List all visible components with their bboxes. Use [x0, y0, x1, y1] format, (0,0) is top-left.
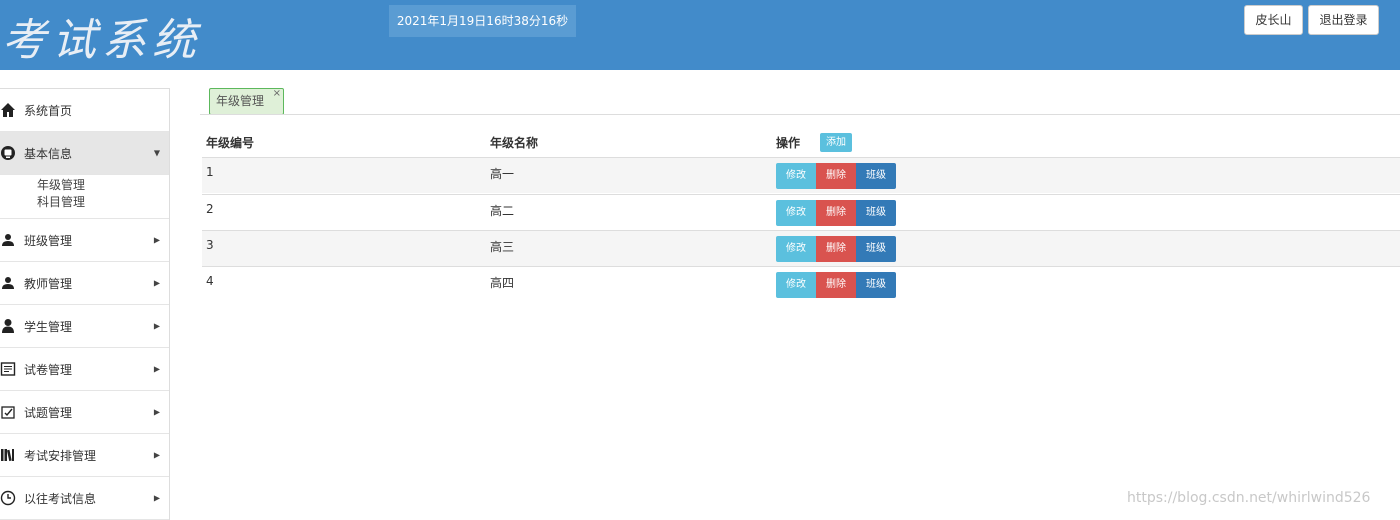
cell-grade-name: 高二 [490, 204, 515, 218]
cell-grade-id: 1 [206, 165, 214, 179]
tab-grade-management[interactable]: 年级管理 × [209, 88, 284, 115]
sidebar-item-label: 试题管理 [24, 405, 73, 420]
column-header-actions: 操作 [776, 136, 801, 150]
table-row: 3 高三 修改 删除 班级 [202, 230, 1400, 266]
class-button[interactable]: 班级 [856, 200, 896, 226]
tab-label: 年级管理 [216, 94, 265, 108]
cell-grade-name: 高一 [490, 167, 515, 181]
column-header-grade-name: 年级名称 [490, 136, 539, 150]
delete-button[interactable]: 删除 [816, 200, 856, 226]
sidebar-item-teacher[interactable]: 教师管理 ▶ [0, 262, 169, 305]
sidebar-item-class[interactable]: 班级管理 ▶ [0, 219, 169, 262]
logout-button[interactable]: 退出登录 [1308, 5, 1379, 35]
clock-icon [0, 490, 16, 506]
edit-button[interactable]: 修改 [776, 163, 816, 189]
users-icon [0, 232, 16, 248]
student-icon [0, 318, 16, 334]
delete-button[interactable]: 删除 [816, 272, 856, 298]
sidebar-item-label: 班级管理 [24, 233, 73, 248]
cell-grade-name: 高四 [490, 276, 515, 290]
submenu-basic-info: 年级管理 科目管理 [0, 175, 169, 219]
paper-icon [0, 361, 16, 377]
books-icon [0, 447, 16, 463]
sidebar-item-exam-schedule[interactable]: 考试安排管理 ▶ [0, 434, 169, 477]
sidebar-item-student[interactable]: 学生管理 ▶ [0, 305, 169, 348]
caret-right-icon: ▶ [153, 450, 160, 460]
table-row: 2 高二 修改 删除 班级 [202, 194, 1400, 230]
sidebar-item-paper[interactable]: 试卷管理 ▶ [0, 348, 169, 391]
edit-button[interactable]: 修改 [776, 236, 816, 262]
sidebar-item-question[interactable]: 试题管理 ▶ [0, 391, 169, 434]
watermark-text: https://blog.csdn.net/whirlwind526 [1127, 490, 1371, 506]
caret-down-icon: ▼ [153, 148, 160, 158]
sidebar-item-home[interactable]: 系统首页 [0, 89, 169, 132]
app-logo-title: 考试系统 [2, 15, 202, 66]
edit-button[interactable]: 修改 [776, 272, 816, 298]
datetime-display: 2021年1月19日16时38分16秒 [389, 5, 576, 37]
teacher-icon [0, 275, 16, 291]
home-icon [0, 102, 16, 118]
column-header-grade-id: 年级编号 [206, 136, 255, 150]
cell-grade-name: 高三 [490, 240, 515, 254]
class-button[interactable]: 班级 [856, 272, 896, 298]
user-button[interactable]: 皮长山 [1244, 5, 1303, 35]
top-header: 考试系统 2021年1月19日16时38分16秒 皮长山 退出登录 [0, 0, 1400, 70]
caret-right-icon: ▶ [153, 235, 160, 245]
caret-right-icon: ▶ [153, 407, 160, 417]
submenu-item-subject[interactable]: 科目管理 [37, 194, 169, 211]
table-row: 1 高一 修改 删除 班级 [202, 157, 1400, 193]
edit-button[interactable]: 修改 [776, 200, 816, 226]
table-row: 4 高四 修改 删除 班级 [202, 266, 1400, 302]
sidebar-item-label: 教师管理 [24, 276, 73, 291]
cell-grade-id: 2 [206, 202, 214, 216]
delete-button[interactable]: 删除 [816, 163, 856, 189]
caret-right-icon: ▶ [153, 364, 160, 374]
info-icon [0, 145, 16, 161]
add-button[interactable]: 添加 [820, 133, 852, 152]
sidebar-item-label: 基本信息 [24, 146, 73, 161]
sidebar: 系统首页 基本信息 ▼ 年级管理 科目管理 班级管理 ▶ 教师管理 ▶ 学生管理… [0, 88, 170, 520]
caret-right-icon: ▶ [153, 321, 160, 331]
delete-button[interactable]: 删除 [816, 236, 856, 262]
submenu-item-grade[interactable]: 年级管理 [37, 177, 169, 194]
class-button[interactable]: 班级 [856, 163, 896, 189]
cell-grade-id: 3 [206, 238, 214, 252]
cell-grade-id: 4 [206, 274, 214, 288]
sidebar-item-label: 学生管理 [24, 319, 73, 334]
sidebar-item-label: 考试安排管理 [24, 448, 97, 463]
sidebar-item-basic-info[interactable]: 基本信息 ▼ [0, 132, 169, 175]
tab-divider [200, 114, 1400, 115]
sidebar-item-exam-history[interactable]: 以往考试信息 ▶ [0, 477, 169, 520]
sidebar-item-label: 试卷管理 [24, 362, 73, 377]
question-icon [0, 404, 16, 420]
caret-right-icon: ▶ [153, 493, 160, 503]
class-button[interactable]: 班级 [856, 236, 896, 262]
sidebar-item-label: 以往考试信息 [24, 491, 97, 506]
close-icon[interactable]: × [273, 81, 281, 106]
caret-right-icon: ▶ [153, 278, 160, 288]
sidebar-item-label: 系统首页 [24, 103, 73, 118]
